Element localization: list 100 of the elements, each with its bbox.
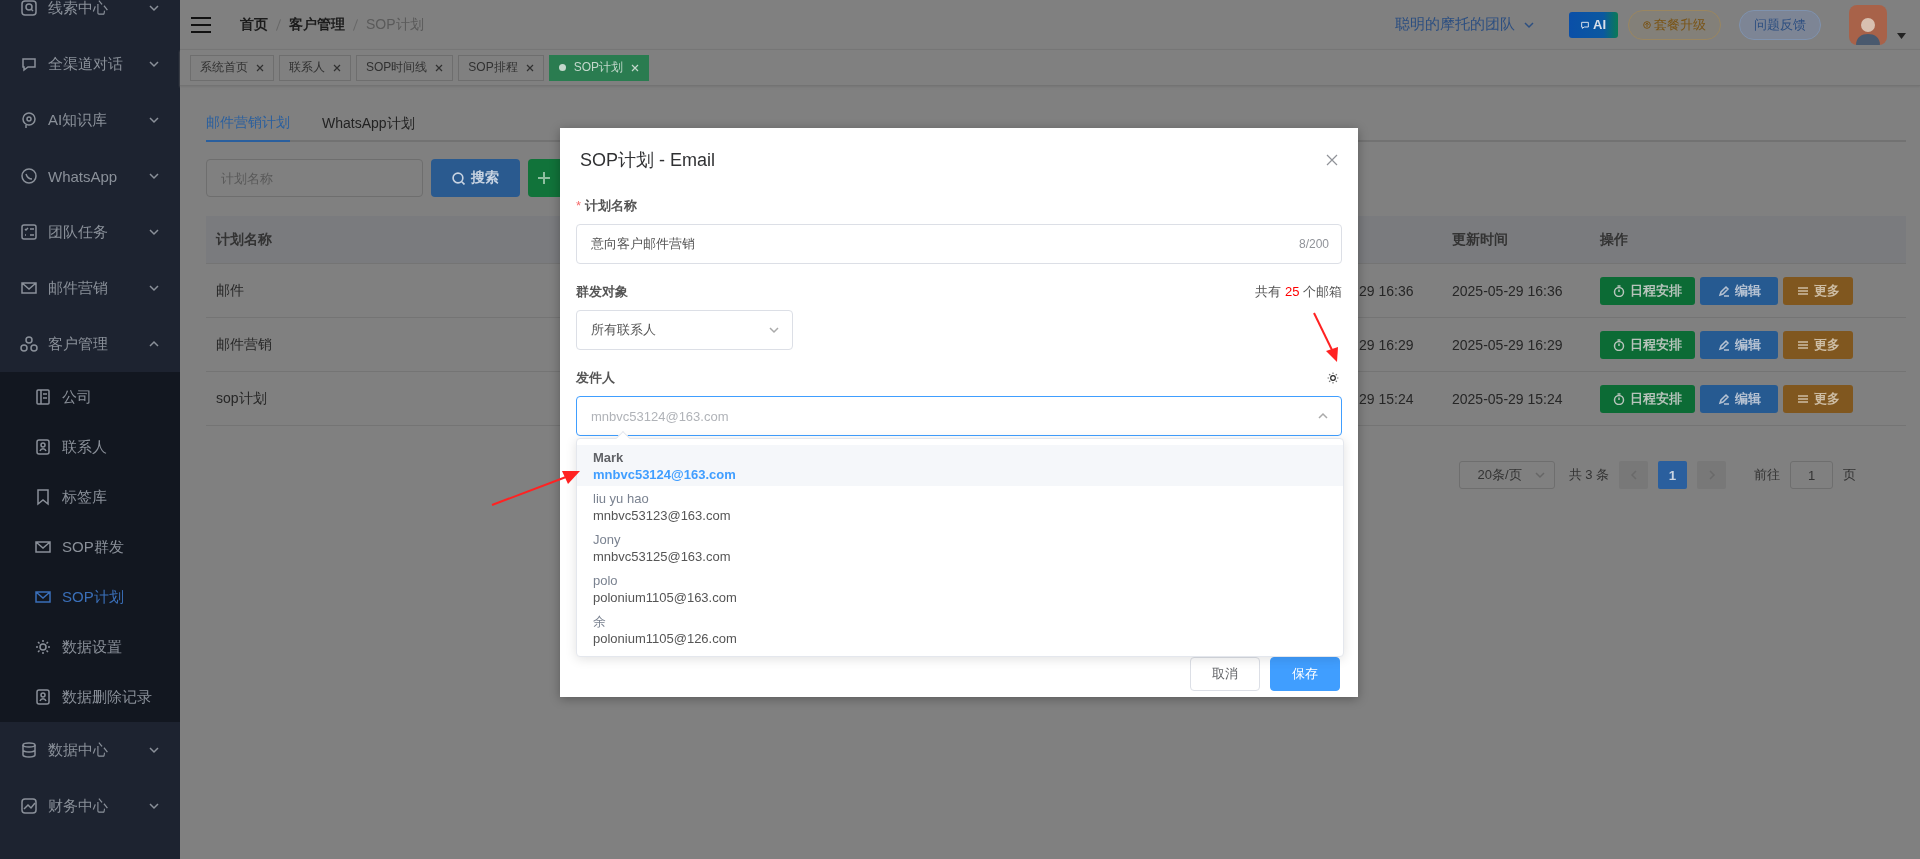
close-icon[interactable] (333, 63, 341, 72)
total-count: 共 3 条 (1568, 466, 1609, 484)
sidebar-item[interactable]: 线索中心 (0, 0, 180, 36)
edit-button[interactable]: 编辑 (1700, 330, 1778, 359)
contact-card-icon (34, 438, 52, 456)
chevron-down-icon (1533, 469, 1546, 481)
goto-label: 前往 (1754, 466, 1780, 484)
dropdown-option[interactable]: Mark mnbvc53124@163.com (577, 445, 1343, 486)
sidebar-item[interactable]: 客户管理 (0, 316, 180, 372)
pen-icon (1717, 284, 1730, 297)
timer-icon (1613, 392, 1625, 405)
table-cell: 29 16:36 (1359, 282, 1414, 299)
checklist-icon (20, 223, 38, 241)
status-dot-icon (558, 64, 566, 71)
save-button[interactable]: 保存 (1270, 657, 1340, 691)
schedule-button[interactable]: 日程安排 (1600, 384, 1695, 413)
page-jump-field[interactable]: 1 (1790, 461, 1833, 489)
column-header: 计划名称 (214, 230, 272, 249)
close-icon[interactable] (435, 63, 444, 72)
table-cell: 29 16:29 (1359, 336, 1414, 353)
table-cell: 2025-05-29 15:24 (1452, 390, 1563, 407)
plus-icon (538, 172, 550, 184)
search-icon (452, 171, 465, 185)
cancel-button[interactable]: 取消 (1190, 657, 1260, 691)
dropdown-option[interactable]: polo polonium1105@163.com (577, 568, 1343, 609)
chart-icon (20, 797, 38, 815)
people-icon (20, 335, 38, 353)
envelope-icon (34, 538, 52, 556)
field-label: 发件人 (576, 369, 615, 387)
breadcrumb-link[interactable]: 首页 (240, 15, 268, 34)
page-number[interactable]: 1 (1658, 461, 1687, 489)
table-cell: 2025-05-29 16:29 (1452, 336, 1563, 353)
close-icon[interactable] (256, 63, 264, 72)
name-input-field[interactable]: 意向客户邮件营销 8/200 (576, 224, 1342, 264)
dialog-title: SOP计划 - Email (580, 149, 716, 172)
gear-icon[interactable] (1326, 371, 1340, 385)
sidebar-item[interactable]: 数据中心 (0, 722, 180, 778)
list-icon (1796, 392, 1809, 405)
character-counter: 8/200 (1298, 237, 1329, 251)
table-cell: 29 15:24 (1359, 390, 1414, 407)
sidebar-item[interactable]: WhatsApp (0, 148, 180, 204)
page-size-select[interactable]: 20条/页 (1458, 461, 1555, 489)
ai-button[interactable]: AI (1569, 11, 1618, 38)
dropdown-option[interactable]: 余 polonium1105@126.com (577, 609, 1343, 650)
page-tab[interactable]: SOP排程 (458, 54, 544, 81)
column-header: 更新时间 (1452, 230, 1508, 249)
dropdown-option[interactable]: Jony mnbvc53125@163.com (577, 527, 1343, 568)
plan-tab[interactable]: WhatsApp计划 (322, 112, 415, 142)
envelope-icon (34, 588, 52, 606)
column-header: 操作 (1600, 230, 1628, 249)
sidebar-item[interactable]: 全渠道对话 (0, 36, 180, 92)
submenu-item[interactable]: 数据设置 (0, 622, 180, 672)
sidebar-item[interactable]: 团队任务 (0, 204, 180, 260)
head-icon (20, 111, 38, 129)
field-label: 群发对象 (576, 283, 628, 301)
submenu-item[interactable]: SOP计划 (0, 572, 180, 622)
page-tab[interactable]: 联系人 (279, 54, 351, 81)
schedule-button[interactable]: 日程安排 (1600, 276, 1695, 305)
envelope-icon (20, 279, 38, 297)
close-icon[interactable] (525, 63, 534, 72)
dropdown-option[interactable]: liu yu hao mnbvc53123@163.com (577, 486, 1343, 527)
submenu-item[interactable]: 联系人 (0, 422, 180, 472)
pen-icon (1717, 392, 1730, 405)
close-icon[interactable] (1326, 154, 1338, 166)
edit-button[interactable]: 编辑 (1700, 384, 1778, 413)
page-tab[interactable]: 系统首页 (190, 54, 274, 81)
submenu-item[interactable]: 标签库 (0, 472, 180, 522)
more-button[interactable]: 更多 (1783, 330, 1853, 359)
avatar[interactable] (1849, 4, 1887, 45)
schedule-button[interactable]: 日程安排 (1600, 330, 1695, 359)
sidebar-item[interactable]: 财务中心 (0, 778, 180, 834)
timer-icon (1613, 338, 1625, 351)
page-tab[interactable]: SOP时间线 (356, 54, 454, 81)
submenu-item[interactable]: 公司 (0, 372, 180, 422)
gear-icon (34, 638, 52, 656)
feedback-button[interactable]: 问题反馈 (1739, 9, 1821, 40)
breadcrumb-link[interactable]: 客户管理 (289, 15, 345, 34)
list-icon (1796, 284, 1809, 297)
submenu-item[interactable]: SOP群发 (0, 522, 180, 572)
caret-down-icon[interactable] (1897, 32, 1906, 39)
more-button[interactable]: 更多 (1783, 276, 1853, 305)
table-cell-text: sop计划 (215, 389, 267, 408)
pen-icon (1717, 338, 1730, 351)
page-tab[interactable]: SOP计划 (548, 54, 650, 81)
chat-icon (1581, 20, 1589, 29)
chevron-down-icon (768, 324, 780, 336)
speech-bubble-icon (20, 55, 38, 73)
bookmark-icon (34, 488, 52, 506)
annotation-arrow (1313, 312, 1338, 362)
sidebar-item[interactable]: AI知识库 (0, 92, 180, 148)
sidebar-item[interactable]: 邮件营销 (0, 260, 180, 316)
more-button[interactable]: 更多 (1783, 384, 1853, 413)
arrow-up-circle-icon (1643, 20, 1651, 29)
edit-button[interactable]: 编辑 (1700, 276, 1778, 305)
recipients-select[interactable]: 所有联系人 (576, 310, 793, 350)
submenu-item[interactable]: 数据删除记录 (0, 672, 180, 722)
search-button[interactable]: 搜索 (431, 159, 520, 197)
contact-card-icon (34, 688, 52, 706)
menu-icon[interactable] (190, 15, 212, 34)
magnifier-square-icon (20, 0, 38, 17)
